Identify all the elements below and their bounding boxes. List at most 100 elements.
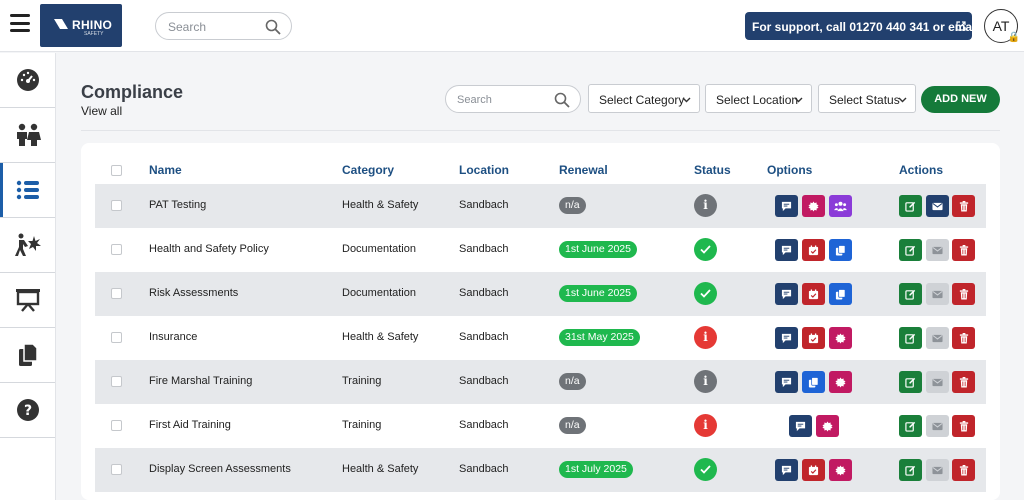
top-bar: RHINO SAFETY Search For support, call 01… bbox=[0, 0, 1024, 52]
svg-text:?: ? bbox=[23, 403, 31, 419]
chat-icon bbox=[781, 333, 792, 344]
user-avatar[interactable]: AT 🔒 bbox=[984, 9, 1020, 43]
edit-button[interactable] bbox=[899, 459, 922, 481]
email-button[interactable] bbox=[926, 239, 949, 261]
option-chat-button[interactable] bbox=[775, 239, 798, 261]
renewal-badge: 1st July 2025 bbox=[559, 461, 633, 478]
sidebar-item-list[interactable] bbox=[0, 163, 55, 218]
trash-icon bbox=[959, 244, 969, 256]
row-name[interactable]: Health and Safety Policy bbox=[149, 243, 269, 255]
row-name[interactable]: Fire Marshal Training bbox=[149, 375, 252, 387]
email-button[interactable] bbox=[926, 415, 949, 437]
select-all-checkbox[interactable] bbox=[111, 165, 122, 176]
delete-button[interactable] bbox=[952, 327, 975, 349]
support-text: For support, call 01270 440 341 or email bbox=[752, 20, 979, 34]
row-checkbox[interactable] bbox=[111, 332, 122, 343]
sidebar-item-dashboard[interactable] bbox=[0, 53, 55, 108]
row-location: Sandbach bbox=[459, 243, 509, 255]
option-copy-documents-button[interactable] bbox=[829, 239, 852, 261]
email-button[interactable] bbox=[926, 195, 949, 217]
option-calendar-check-button[interactable] bbox=[802, 283, 825, 305]
edit-button[interactable] bbox=[899, 195, 922, 217]
option-copy-documents-button[interactable] bbox=[802, 371, 825, 393]
email-button[interactable] bbox=[926, 327, 949, 349]
sidebar-item-documents[interactable] bbox=[0, 328, 55, 383]
row-checkbox[interactable] bbox=[111, 376, 122, 387]
row-checkbox[interactable] bbox=[111, 420, 122, 431]
select-status-label: Select Status bbox=[829, 93, 900, 107]
row-name[interactable]: Risk Assessments bbox=[149, 287, 238, 299]
compliance-search-input[interactable]: Search bbox=[445, 85, 581, 113]
delete-button[interactable] bbox=[952, 239, 975, 261]
top-search-input[interactable]: Search bbox=[155, 12, 292, 40]
hamburger-menu-icon[interactable] bbox=[10, 14, 30, 32]
option-settings-cog-button[interactable] bbox=[802, 195, 825, 217]
sidebar: ? bbox=[0, 53, 56, 500]
option-settings-cog-button[interactable] bbox=[829, 371, 852, 393]
sidebar-item-incidents[interactable] bbox=[0, 218, 55, 273]
delete-button[interactable] bbox=[952, 195, 975, 217]
email-button[interactable] bbox=[926, 371, 949, 393]
option-chat-button[interactable] bbox=[775, 327, 798, 349]
envelope-icon bbox=[932, 466, 943, 475]
option-settings-cog-button[interactable] bbox=[816, 415, 839, 437]
add-new-button[interactable]: ADD NEW bbox=[921, 86, 1000, 113]
option-calendar-check-button[interactable] bbox=[802, 459, 825, 481]
column-header-renewal[interactable]: Renewal bbox=[559, 163, 608, 177]
chat-icon bbox=[781, 377, 792, 388]
row-name[interactable]: Display Screen Assessments bbox=[149, 463, 291, 475]
edit-button[interactable] bbox=[899, 327, 922, 349]
email-button[interactable] bbox=[926, 283, 949, 305]
avatar-initials: AT bbox=[992, 18, 1010, 34]
rhino-logo[interactable]: RHINO SAFETY bbox=[40, 4, 122, 47]
delete-button[interactable] bbox=[952, 371, 975, 393]
option-copy-documents-button[interactable] bbox=[829, 283, 852, 305]
logo-subtext: SAFETY bbox=[84, 31, 104, 37]
row-name[interactable]: First Aid Training bbox=[149, 419, 231, 431]
option-chat-button[interactable] bbox=[789, 415, 812, 437]
edit-icon bbox=[905, 201, 916, 212]
row-category: Documentation bbox=[342, 287, 416, 299]
row-name[interactable]: Insurance bbox=[149, 331, 197, 343]
envelope-icon bbox=[932, 334, 943, 343]
row-checkbox[interactable] bbox=[111, 464, 122, 475]
status-info-icon: i bbox=[694, 194, 717, 217]
option-calendar-check-button[interactable] bbox=[802, 327, 825, 349]
edit-button[interactable] bbox=[899, 371, 922, 393]
option-chat-button[interactable] bbox=[775, 371, 798, 393]
table-row: PAT Testing Health & Safety Sandbach n/a i bbox=[95, 184, 986, 228]
sidebar-item-help[interactable]: ? bbox=[0, 383, 55, 438]
edit-button[interactable] bbox=[899, 283, 922, 305]
delete-button[interactable] bbox=[952, 283, 975, 305]
delete-button[interactable] bbox=[952, 415, 975, 437]
option-users-button[interactable] bbox=[829, 195, 852, 217]
select-location-dropdown[interactable]: Select Location bbox=[705, 84, 812, 113]
option-calendar-check-button[interactable] bbox=[802, 239, 825, 261]
option-settings-cog-button[interactable] bbox=[829, 327, 852, 349]
option-chat-button[interactable] bbox=[775, 283, 798, 305]
option-chat-button[interactable] bbox=[775, 195, 798, 217]
column-header-name[interactable]: Name bbox=[149, 163, 182, 177]
view-all-link[interactable]: View all bbox=[81, 104, 122, 118]
select-category-dropdown[interactable]: Select Category bbox=[588, 84, 700, 113]
row-checkbox[interactable] bbox=[111, 200, 122, 211]
option-chat-button[interactable] bbox=[775, 459, 798, 481]
option-settings-cog-button[interactable] bbox=[829, 459, 852, 481]
email-button[interactable] bbox=[926, 459, 949, 481]
sidebar-item-presentations[interactable] bbox=[0, 273, 55, 328]
column-header-category[interactable]: Category bbox=[342, 163, 394, 177]
edit-button[interactable] bbox=[899, 415, 922, 437]
sidebar-item-people[interactable] bbox=[0, 108, 55, 163]
select-status-dropdown[interactable]: Select Status bbox=[818, 84, 916, 113]
column-header-location[interactable]: Location bbox=[459, 163, 509, 177]
renewal-badge: 1st June 2025 bbox=[559, 241, 637, 258]
row-checkbox[interactable] bbox=[111, 244, 122, 255]
row-location: Sandbach bbox=[459, 463, 509, 475]
list-icon bbox=[16, 180, 39, 200]
select-location-label: Select Location bbox=[716, 93, 799, 107]
edit-button[interactable] bbox=[899, 239, 922, 261]
row-name[interactable]: PAT Testing bbox=[149, 199, 206, 211]
delete-button[interactable] bbox=[952, 459, 975, 481]
row-checkbox[interactable] bbox=[111, 288, 122, 299]
support-banner[interactable]: For support, call 01270 440 341 or email bbox=[745, 12, 979, 40]
